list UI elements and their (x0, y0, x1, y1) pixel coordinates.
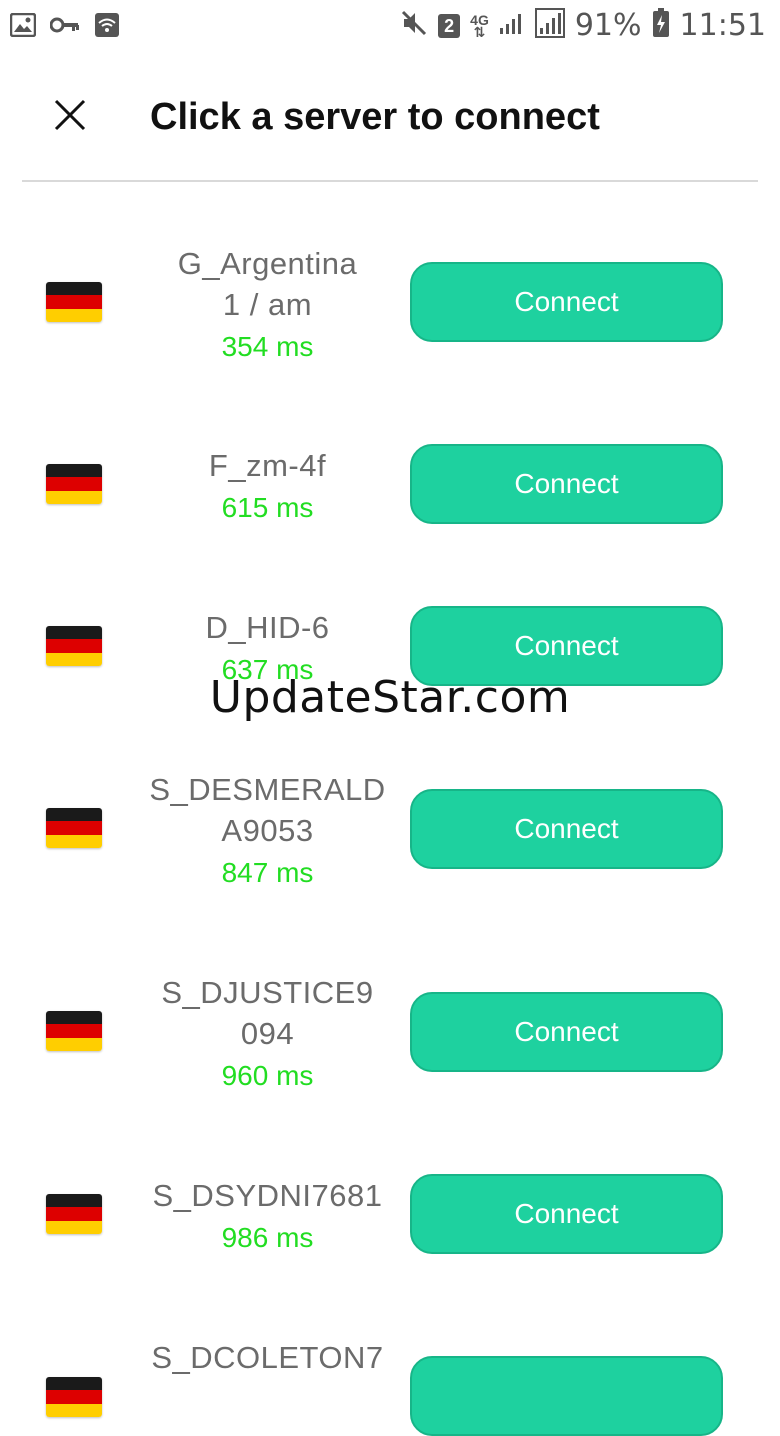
wifi-icon (94, 12, 120, 43)
germany-flag-icon (46, 1011, 102, 1051)
vpn-key-icon (49, 15, 80, 40)
watermark: UpdateStar.com (209, 672, 571, 723)
server-ping: 960 ms (221, 1060, 314, 1091)
server-name-line: G_Argentina (177, 246, 358, 281)
server-name-line: S_DJUSTICE9 (161, 975, 374, 1010)
close-button[interactable] (50, 95, 90, 135)
server-name-line: F_zm-4f (208, 448, 327, 483)
server-info: S_DJUSTICE9 094 960 ms (140, 972, 395, 1098)
connect-button[interactable] (410, 1356, 723, 1436)
server-info: S_DESMERALD A9053 847 ms (140, 769, 395, 895)
server-name: S_DESMERALD A9053 (140, 769, 395, 851)
server-name-line: 094 (240, 1016, 295, 1051)
germany-flag-icon (46, 464, 102, 504)
network-type: 4G ⇅ (470, 11, 489, 40)
server-name: D_HID-6 (140, 607, 395, 648)
server-name: F_zm-4f (140, 445, 395, 486)
sim-badge: 2 (438, 13, 461, 38)
clock: 11:51 (679, 8, 766, 43)
germany-flag-icon (46, 1377, 102, 1417)
server-ping: 847 ms (221, 857, 314, 888)
server-info: S_DCOLETON7 (140, 1337, 395, 1378)
signal-box-icon (534, 8, 565, 43)
header: Click a server to connect (0, 60, 780, 180)
connect-button[interactable]: Connect (410, 789, 723, 869)
server-info: G_Argentina 1 / am 354 ms (140, 243, 395, 369)
status-bar: 2 4G ⇅ 91% 11:51 (0, 0, 780, 52)
germany-flag-icon (46, 808, 102, 848)
network-label: 4G (470, 11, 489, 28)
connect-button[interactable]: Connect (410, 992, 723, 1072)
server-name-line: S_DSYDNI7681 (152, 1178, 383, 1213)
server-name: S_DCOLETON7 (140, 1337, 395, 1378)
connect-button[interactable]: Connect (410, 262, 723, 342)
server-name-line: S_DESMERALD (149, 772, 386, 807)
server-info: S_DSYDNI7681 986 ms (140, 1175, 395, 1260)
connect-button[interactable]: Connect (410, 444, 723, 524)
server-ping: 986 ms (221, 1222, 314, 1253)
page-title: Click a server to connect (150, 96, 600, 138)
server-info: F_zm-4f 615 ms (140, 445, 395, 530)
header-divider (22, 180, 758, 182)
server-ping: 615 ms (221, 492, 314, 523)
mute-icon (400, 9, 428, 42)
connect-button[interactable]: Connect (410, 1174, 723, 1254)
battery-percent: 91% (574, 8, 642, 43)
germany-flag-icon (46, 282, 102, 322)
germany-flag-icon (46, 626, 102, 666)
server-name-line: D_HID-6 (205, 610, 330, 645)
server-name-line: S_DCOLETON7 (151, 1340, 384, 1375)
server-name: G_Argentina 1 / am (140, 243, 395, 325)
battery-charging-icon (652, 8, 670, 43)
server-ping: 354 ms (221, 331, 314, 362)
server-name-line: 1 / am (222, 287, 313, 322)
close-icon[interactable] (50, 95, 90, 135)
server-name: S_DSYDNI7681 (140, 1175, 395, 1216)
server-name-line: A9053 (221, 813, 314, 848)
gallery-icon (9, 12, 37, 42)
server-name: S_DJUSTICE9 094 (140, 972, 395, 1054)
germany-flag-icon (46, 1194, 102, 1234)
signal-icon (499, 11, 525, 40)
